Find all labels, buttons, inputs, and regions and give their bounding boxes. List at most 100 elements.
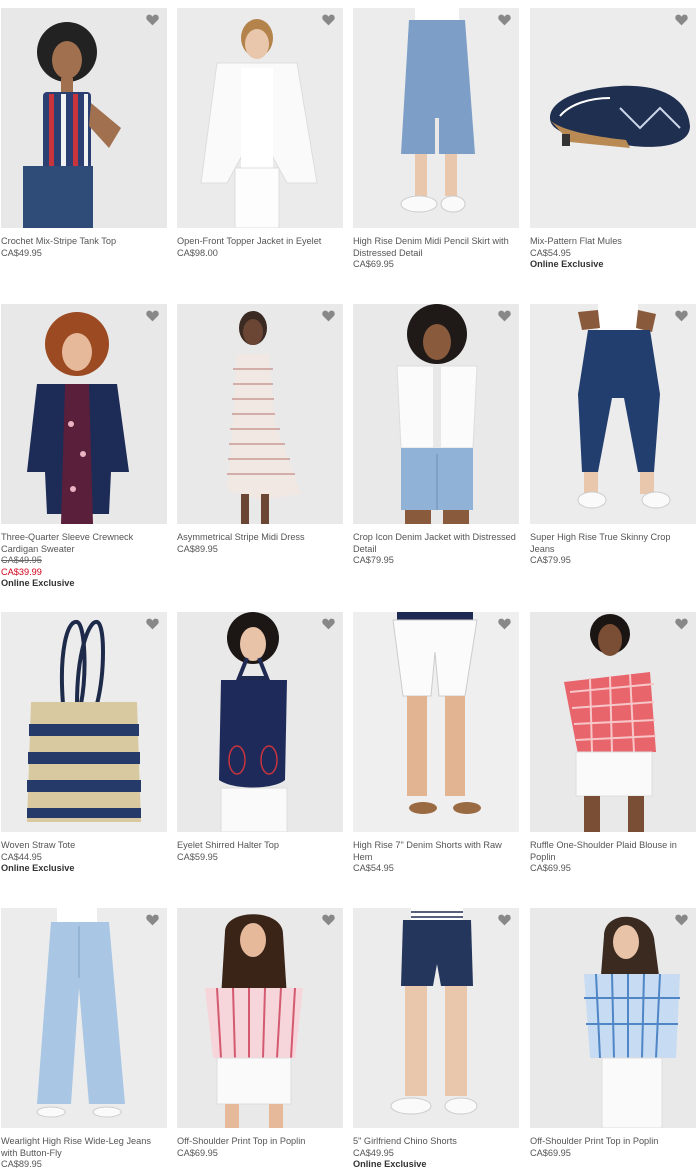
model-photo [353, 612, 519, 832]
product-title[interactable]: High Rise 7" Denim Shorts with Raw Hem [353, 840, 519, 863]
model-photo [353, 8, 519, 228]
product-image[interactable] [1, 908, 167, 1128]
product-image[interactable] [177, 8, 343, 228]
product-image[interactable] [177, 304, 343, 524]
sale-price: CA$39.99 [1, 566, 42, 577]
heart-icon[interactable] [498, 914, 511, 926]
product-card[interactable]: Woven Straw Tote CA$44.95 Online Exclusi… [1, 612, 167, 875]
product-title[interactable]: High Rise Denim Midi Pencil Skirt with D… [353, 236, 519, 259]
product-card[interactable]: 5" Girlfriend Chino Shorts CA$49.95 Onli… [353, 908, 519, 1171]
product-image[interactable] [353, 612, 519, 832]
product-info: Off-Shoulder Print Top in Poplin CA$69.9… [530, 1128, 696, 1159]
product-card[interactable]: Open-Front Topper Jacket in Eyelet CA$98… [177, 8, 343, 259]
product-title[interactable]: Crochet Mix-Stripe Tank Top [1, 236, 167, 248]
heart-icon[interactable] [498, 618, 511, 630]
model-photo [177, 304, 343, 524]
product-info: Ruffle One-Shoulder Plaid Blouse in Popl… [530, 832, 696, 875]
product-grid: Crochet Mix-Stripe Tank Top CA$49.95 Ope… [0, 0, 700, 1175]
product-info: Crochet Mix-Stripe Tank Top CA$49.95 [1, 228, 167, 259]
product-card[interactable]: Wearlight High Rise Wide-Leg Jeans with … [1, 908, 167, 1171]
product-image[interactable] [353, 908, 519, 1128]
heart-icon[interactable] [322, 618, 335, 630]
product-info: Eyelet Shirred Halter Top CA$59.95 [177, 832, 343, 863]
product-info: Open-Front Topper Jacket in Eyelet CA$98… [177, 228, 343, 259]
heart-icon[interactable] [675, 618, 688, 630]
heart-icon[interactable] [146, 14, 159, 26]
heart-icon[interactable] [498, 14, 511, 26]
product-title[interactable]: Woven Straw Tote [1, 840, 167, 852]
product-title[interactable]: Off-Shoulder Print Top in Poplin [530, 1136, 696, 1148]
model-photo [1, 8, 167, 228]
model-photo [530, 304, 696, 524]
product-card[interactable]: Mix-Pattern Flat Mules CA$54.95 Online E… [530, 8, 696, 271]
model-photo [1, 908, 167, 1128]
product-info: High Rise Denim Midi Pencil Skirt with D… [353, 228, 519, 271]
product-card[interactable]: Three-Quarter Sleeve Crewneck Cardigan S… [1, 304, 167, 590]
product-title[interactable]: Wearlight High Rise Wide-Leg Jeans with … [1, 1136, 167, 1159]
product-price: CA$79.95 [530, 555, 571, 566]
product-image[interactable] [1, 612, 167, 832]
product-title[interactable]: Off-Shoulder Print Top in Poplin [177, 1136, 343, 1148]
product-image[interactable] [353, 8, 519, 228]
product-title[interactable]: Ruffle One-Shoulder Plaid Blouse in Popl… [530, 840, 696, 863]
product-card[interactable]: Crochet Mix-Stripe Tank Top CA$49.95 [1, 8, 167, 259]
product-card[interactable]: High Rise 7" Denim Shorts with Raw Hem C… [353, 612, 519, 875]
product-price: CA$44.95 [1, 851, 42, 862]
heart-icon[interactable] [146, 310, 159, 322]
product-image[interactable] [353, 304, 519, 524]
product-card[interactable]: High Rise Denim Midi Pencil Skirt with D… [353, 8, 519, 271]
heart-icon[interactable] [322, 310, 335, 322]
product-price: CA$69.95 [530, 863, 571, 874]
product-title[interactable]: Open-Front Topper Jacket in Eyelet [177, 236, 343, 248]
product-info: High Rise 7" Denim Shorts with Raw Hem C… [353, 832, 519, 875]
product-image[interactable] [530, 8, 696, 228]
heart-icon[interactable] [675, 914, 688, 926]
product-image[interactable] [530, 908, 696, 1128]
product-image[interactable] [1, 304, 167, 524]
product-title[interactable]: Mix-Pattern Flat Mules [530, 236, 696, 248]
heart-icon[interactable] [146, 618, 159, 630]
heart-icon[interactable] [675, 14, 688, 26]
product-card[interactable]: Off-Shoulder Print Top in Poplin CA$69.9… [177, 908, 343, 1159]
heart-icon[interactable] [322, 914, 335, 926]
online-exclusive-badge: Online Exclusive [530, 259, 604, 270]
product-title[interactable]: 5" Girlfriend Chino Shorts [353, 1136, 519, 1148]
model-photo [353, 304, 519, 524]
heart-icon[interactable] [498, 310, 511, 322]
product-price: CA$69.95 [353, 259, 394, 270]
online-exclusive-badge: Online Exclusive [353, 1159, 427, 1170]
product-card[interactable]: Eyelet Shirred Halter Top CA$59.95 [177, 612, 343, 863]
product-image[interactable] [530, 612, 696, 832]
product-card[interactable]: Off-Shoulder Print Top in Poplin CA$69.9… [530, 908, 696, 1159]
product-card[interactable]: Crop Icon Denim Jacket with Distressed D… [353, 304, 519, 567]
product-image[interactable] [1, 8, 167, 228]
product-image[interactable] [530, 304, 696, 524]
model-photo [177, 8, 343, 228]
product-title[interactable]: Crop Icon Denim Jacket with Distressed D… [353, 532, 519, 555]
product-info: Mix-Pattern Flat Mules CA$54.95 Online E… [530, 228, 696, 271]
product-info: 5" Girlfriend Chino Shorts CA$49.95 Onli… [353, 1128, 519, 1171]
product-price: CA$69.95 [177, 1147, 218, 1158]
product-image[interactable] [177, 908, 343, 1128]
product-card[interactable]: Ruffle One-Shoulder Plaid Blouse in Popl… [530, 612, 696, 875]
product-title[interactable]: Super High Rise True Skinny Crop Jeans [530, 532, 696, 555]
product-card[interactable]: Asymmetrical Stripe Midi Dress CA$89.95 [177, 304, 343, 555]
product-photo [1, 612, 167, 832]
product-title[interactable]: Eyelet Shirred Halter Top [177, 840, 343, 852]
heart-icon[interactable] [322, 14, 335, 26]
heart-icon[interactable] [146, 914, 159, 926]
product-price: CA$79.95 [353, 555, 394, 566]
product-title[interactable]: Asymmetrical Stripe Midi Dress [177, 532, 343, 544]
product-card[interactable]: Super High Rise True Skinny Crop Jeans C… [530, 304, 696, 567]
heart-icon[interactable] [675, 310, 688, 322]
original-price: CA$49.95 [1, 555, 42, 566]
model-photo [530, 612, 696, 832]
product-price: CA$98.00 [177, 247, 218, 258]
online-exclusive-badge: Online Exclusive [1, 863, 75, 874]
product-image[interactable] [177, 612, 343, 832]
product-price: CA$54.95 [530, 247, 571, 258]
model-photo [177, 908, 343, 1128]
model-photo [1, 304, 167, 524]
product-title[interactable]: Three-Quarter Sleeve Crewneck Cardigan S… [1, 532, 167, 555]
product-info: Wearlight High Rise Wide-Leg Jeans with … [1, 1128, 167, 1171]
